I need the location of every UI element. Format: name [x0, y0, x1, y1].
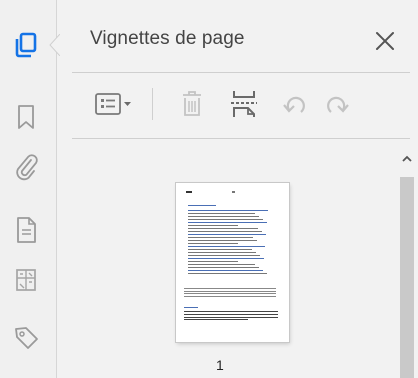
thumbnail-text-line: [188, 249, 252, 250]
thumbnail-text-line: [188, 219, 263, 220]
thumbnail-text-line: [188, 231, 262, 232]
insert-pages-button[interactable]: [224, 86, 264, 122]
delete-icon: [183, 91, 201, 116]
thumbnail-text-line: [188, 255, 260, 256]
vertical-scrollbar[interactable]: [396, 147, 418, 378]
thumbnail-text-line: [188, 240, 257, 241]
thumbnail-text-line: [188, 264, 255, 265]
layers-icon[interactable]: [4, 260, 48, 300]
thumbnail-text-line: [184, 316, 278, 318]
left-toolbar: [0, 0, 57, 378]
rotate-left-button[interactable]: [278, 86, 312, 122]
page-thumbnails-panel: Vignettes de page 1: [64, 0, 418, 378]
scroll-up-icon[interactable]: [401, 153, 413, 165]
thumbnail-text-line: [188, 258, 264, 259]
thumbnail-text-line: [188, 222, 267, 223]
thumbnail-text-line: [184, 288, 276, 289]
thumbnail-text-line: [188, 243, 238, 244]
rotate-right-icon: [327, 96, 349, 113]
active-tab-pointer: [49, 34, 60, 56]
thumbnail-text-line: [188, 270, 263, 271]
thumbnail-text-line: [188, 228, 258, 229]
rotate-right-button[interactable]: [320, 86, 354, 122]
thumbnail-text-line: [184, 307, 198, 308]
page-thumbnail[interactable]: [176, 183, 289, 342]
bookmark-icon[interactable]: [4, 97, 48, 137]
thumbnail-options-icon: [95, 93, 131, 115]
insert-pages-icon: [231, 91, 257, 117]
thumbnail-text-line: [188, 237, 253, 238]
thumbnail-text-line: [184, 313, 278, 315]
rotate-left-icon: [283, 96, 305, 113]
thumbnail-text-line: [188, 261, 238, 262]
page-number-label: 1: [216, 357, 224, 373]
thumbnail-text-line: [184, 319, 248, 321]
thumbnail-text-line: [184, 290, 276, 292]
pages-icon[interactable]: [4, 25, 48, 65]
thumbnail-text-line: [188, 205, 216, 206]
thumbnail-text-line: [184, 311, 278, 312]
close-icon[interactable]: [370, 26, 400, 56]
thumbnail-text-line: [188, 234, 266, 235]
attachment-icon[interactable]: [4, 147, 48, 187]
toolbar-separator: [152, 88, 153, 120]
divider: [72, 138, 410, 139]
thumbnail-text-line: [186, 191, 192, 193]
thumbnail-text-line: [188, 252, 256, 253]
thumbnail-text-line: [188, 273, 267, 274]
thumbnail-text-line: [188, 267, 259, 268]
document-icon[interactable]: [4, 210, 48, 250]
thumbnail-text-line: [184, 295, 276, 297]
scroll-thumb[interactable]: [400, 177, 414, 378]
thumbnail-text-line: [232, 191, 235, 193]
thumbnail-text-line: [188, 216, 259, 217]
divider: [72, 72, 410, 73]
thumbnail-text-line: [188, 213, 255, 214]
panel-title: Vignettes de page: [90, 28, 245, 49]
thumbnail-text-line: [188, 246, 265, 247]
tag-icon[interactable]: [4, 318, 48, 358]
thumbnail-text-line: [188, 225, 238, 226]
thumbnail-options-button[interactable]: [90, 86, 138, 122]
thumbnail-text-line: [184, 293, 276, 295]
thumbnail-text-line: [188, 210, 268, 211]
delete-pages-button[interactable]: [174, 86, 210, 122]
